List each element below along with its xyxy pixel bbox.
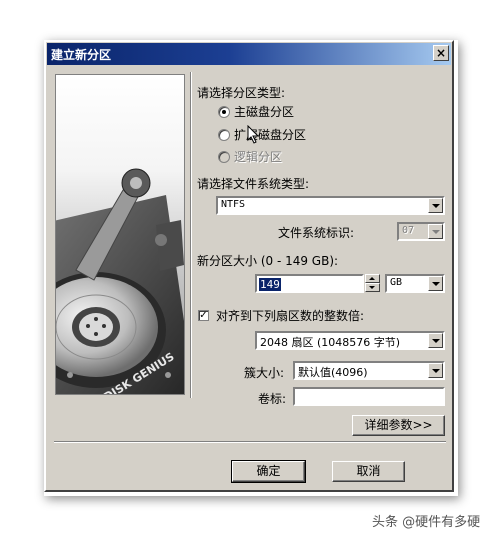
watermark-text: 头条 @硬件有多硬 (372, 515, 481, 530)
mouse-cursor-icon (247, 125, 260, 144)
title-bar[interactable]: 建立新分区 × (47, 43, 451, 65)
chevron-down-icon[interactable] (428, 363, 443, 378)
cluster-size-select[interactable]: 默认值(4096) (293, 361, 445, 380)
horizontal-divider (54, 441, 446, 443)
disk-genius-banner: DISK GENIUS (55, 74, 185, 395)
partition-size-input[interactable]: 149 (255, 274, 364, 293)
logical-partition-radio (218, 151, 230, 163)
window-title: 建立新分区 (51, 48, 112, 62)
volume-label-input[interactable] (293, 387, 445, 406)
align-sectors-value: 2048 扇区 (1048576 字节) (260, 336, 401, 349)
hard-disk-illustration: DISK GENIUS (56, 168, 184, 394)
vertical-divider (190, 72, 192, 398)
partition-size-value: 149 (259, 277, 281, 291)
spin-up-icon[interactable] (365, 274, 380, 283)
partition-size-label: 新分区大小 (0 - 149 GB): (197, 254, 339, 268)
details-button[interactable]: 详细参数>> (352, 415, 445, 436)
align-label[interactable]: 对齐到下列扇区数的整数倍: (216, 307, 364, 324)
spin-down-icon[interactable] (365, 283, 380, 292)
close-button[interactable]: × (433, 45, 449, 61)
align-sectors-select[interactable]: 2048 扇区 (1048576 字节) (255, 331, 445, 350)
partition-size-selected-text: 149 (259, 278, 281, 291)
chevron-down-icon[interactable] (428, 276, 443, 291)
extended-partition-radio[interactable] (218, 129, 230, 141)
chevron-down-icon[interactable] (428, 198, 443, 213)
size-spinner[interactable] (365, 274, 380, 293)
filesystem-id-label: 文件系统标识: (278, 226, 355, 240)
cluster-size-label: 簇大小: (244, 366, 285, 380)
align-checkbox[interactable]: ✓ (198, 310, 209, 321)
extended-partition-label[interactable]: 扩展磁盘分区 (234, 126, 306, 143)
primary-partition-radio[interactable] (218, 106, 230, 118)
new-partition-dialog: 建立新分区 × DISK GENIUS 请选择分区类型: 主磁盘分区 扩展磁盘分… (44, 40, 454, 492)
chevron-down-icon[interactable] (428, 333, 443, 348)
filesystem-value: NTFS (221, 199, 246, 210)
filesystem-select[interactable]: NTFS (216, 196, 445, 215)
cluster-size-value: 默认值(4096) (298, 366, 368, 379)
chevron-down-icon (428, 224, 443, 239)
size-unit-select[interactable]: GB (385, 274, 445, 293)
ok-button[interactable]: 确定 (231, 460, 306, 483)
primary-partition-label[interactable]: 主磁盘分区 (234, 103, 294, 120)
filesystem-id-select: 07 (397, 222, 445, 241)
cancel-button[interactable]: 取消 (332, 461, 405, 482)
volume-label-label: 卷标: (258, 392, 287, 406)
size-unit-value: GB (390, 277, 403, 288)
partition-type-label: 请选择分区类型: (197, 86, 286, 100)
filesystem-id-value: 07 (402, 225, 415, 236)
logical-partition-label: 逻辑分区 (234, 150, 283, 164)
filesystem-type-label: 请选择文件系统类型: (197, 177, 310, 191)
